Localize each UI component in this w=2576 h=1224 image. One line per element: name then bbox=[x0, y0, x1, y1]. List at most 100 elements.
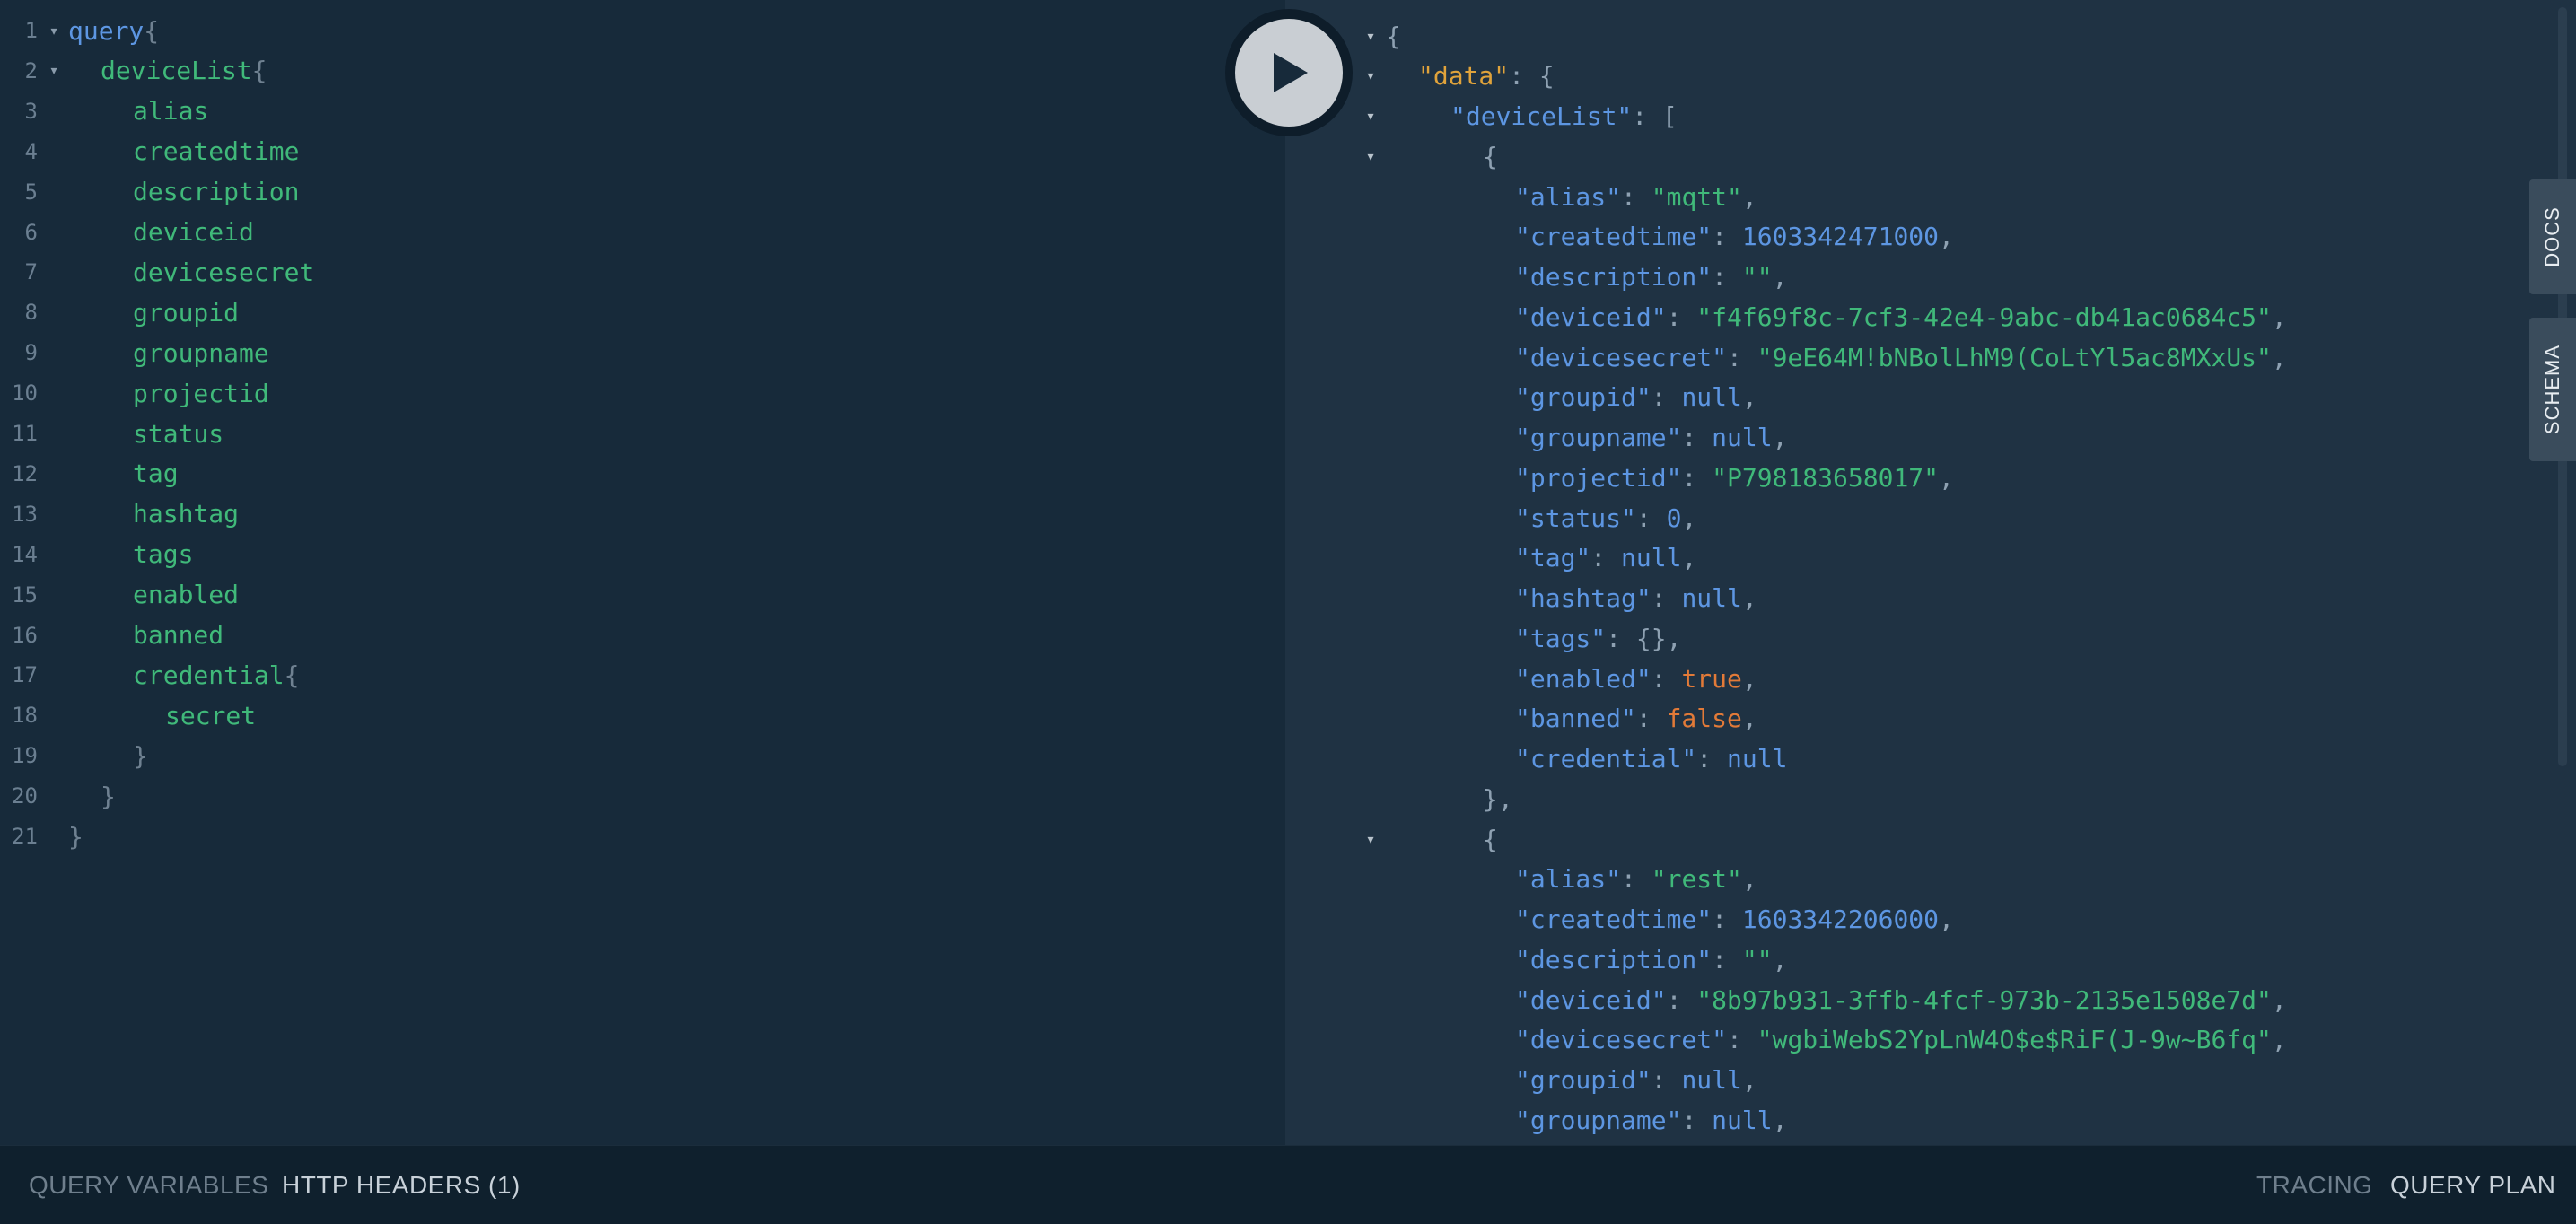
editor-token: credential bbox=[133, 660, 285, 690]
editor-line-text: description bbox=[133, 177, 299, 206]
query-variables-tab[interactable]: QUERY VARIABLES bbox=[29, 1171, 268, 1200]
editor-token: tags bbox=[133, 539, 194, 570]
docs-tab-label: DOCS bbox=[2541, 206, 2563, 267]
editor-line[interactable]: 9 groupname bbox=[0, 333, 1257, 372]
json-token: "data" bbox=[1418, 61, 1510, 92]
editor-line[interactable]: 8 groupid bbox=[0, 293, 1257, 332]
line-number: 19 bbox=[12, 743, 38, 769]
editor-line[interactable]: 6 deviceid bbox=[0, 213, 1257, 252]
editor-token: projectid bbox=[133, 378, 269, 408]
result-line: "groupid": null, bbox=[1285, 378, 2524, 417]
json-token: : bbox=[1651, 663, 1682, 694]
editor-line[interactable]: 2 ▾ deviceList{ bbox=[0, 51, 1257, 91]
result-line: "groupname": null, bbox=[1285, 1100, 2524, 1140]
result-line-text: "tag": null, bbox=[1515, 543, 1696, 573]
tracing-tab[interactable]: TRACING bbox=[2256, 1171, 2373, 1200]
json-token: : bbox=[1621, 181, 1652, 212]
json-token: "tag" bbox=[1515, 543, 1591, 573]
editor-line-text: credential{ bbox=[133, 660, 299, 690]
json-token: , bbox=[2271, 302, 2287, 332]
result-line-text: "alias": "rest", bbox=[1515, 864, 1757, 894]
editor-line[interactable]: 10 projectid bbox=[0, 373, 1257, 413]
json-token: "mqtt" bbox=[1651, 181, 1742, 212]
json-token: , bbox=[1772, 262, 1788, 292]
result-viewer[interactable]: DOCS SCHEMA ▾ { ▾ "data": { ▾ "deviceList": [… bbox=[1285, 0, 2576, 1145]
editor-line[interactable]: 12 tag bbox=[0, 454, 1257, 494]
docs-tab[interactable]: DOCS bbox=[2529, 179, 2576, 294]
query-editor[interactable]: 1 ▾ query{2 ▾ deviceList{3 alias 4 createdtime 5… bbox=[0, 0, 1285, 1145]
result-line: "alias": "mqtt", bbox=[1285, 177, 2524, 216]
play-button[interactable] bbox=[1235, 19, 1343, 127]
result-line: "createdtime": 1603342206000, bbox=[1285, 900, 2524, 940]
json-token: "description" bbox=[1515, 262, 1713, 292]
editor-line-text: projectid bbox=[133, 379, 269, 408]
json-token: "8b97b931-3ffb-4fcf-973b-2135e1508e7d" bbox=[1696, 984, 2272, 1015]
editor-line[interactable]: 4 createdtime bbox=[0, 132, 1257, 171]
editor-line[interactable]: 15 enabled bbox=[0, 575, 1257, 615]
json-token: "deviceid" bbox=[1515, 984, 1667, 1015]
editor-token: hashtag bbox=[133, 499, 240, 529]
editor-line[interactable]: 1 ▾ query{ bbox=[0, 11, 1257, 50]
fold-arrow-icon[interactable]: ▾ bbox=[1362, 107, 1380, 126]
fold-arrow-icon[interactable]: ▾ bbox=[45, 61, 63, 80]
editor-line[interactable]: 5 description bbox=[0, 172, 1257, 212]
line-number: 1 bbox=[24, 18, 38, 43]
json-token: : bbox=[1681, 462, 1713, 493]
json-token: { bbox=[1483, 141, 1498, 171]
fold-arrow-icon[interactable]: ▾ bbox=[1362, 147, 1380, 166]
editor-line[interactable]: 7 devicesecret bbox=[0, 252, 1257, 292]
json-token: : bbox=[1651, 1065, 1682, 1095]
json-token: , bbox=[2271, 984, 2287, 1015]
json-token: : bbox=[1651, 583, 1682, 613]
editor-line[interactable]: 11 status bbox=[0, 414, 1257, 453]
editor-line-text: groupname bbox=[133, 338, 269, 368]
editor-line[interactable]: 19} bbox=[0, 736, 1257, 775]
json-token: : { bbox=[1509, 61, 1555, 92]
fold-arrow-icon[interactable]: ▾ bbox=[1362, 830, 1380, 849]
http-headers-tab[interactable]: HTTP HEADERS (1) bbox=[282, 1171, 521, 1200]
result-line-text: { bbox=[1386, 22, 1401, 51]
json-token: null bbox=[1712, 1105, 1773, 1135]
line-number: 17 bbox=[12, 662, 38, 688]
editor-line-text: } bbox=[101, 782, 116, 811]
json-token: null bbox=[1681, 583, 1742, 613]
editor-line[interactable]: 16 banned bbox=[0, 616, 1257, 655]
result-line: "devicesecret": "wgbiWebS2YpLnW4O$e$RiF(… bbox=[1285, 1020, 2524, 1060]
editor-token: description bbox=[133, 177, 300, 207]
line-number: 11 bbox=[12, 421, 38, 446]
query-plan-tab[interactable]: QUERY PLAN bbox=[2390, 1171, 2555, 1200]
result-line-text: "deviceid": "f4f69f8c-7cf3-42e4-9abc-db4… bbox=[1515, 302, 2287, 332]
editor-line[interactable]: 14 tags bbox=[0, 535, 1257, 574]
json-token: : bbox=[1712, 944, 1742, 975]
json-token: { bbox=[1386, 21, 1401, 51]
editor-line[interactable]: 13 hashtag bbox=[0, 494, 1257, 534]
fold-arrow-icon[interactable]: ▾ bbox=[1362, 66, 1380, 85]
result-line: "groupname": null, bbox=[1285, 418, 2524, 458]
editor-token: deviceList bbox=[101, 56, 252, 86]
fold-arrow-icon[interactable]: ▾ bbox=[1362, 27, 1380, 46]
editor-line-text: tags bbox=[133, 539, 193, 569]
json-token: "deviceid" bbox=[1515, 302, 1667, 332]
play-button-ring bbox=[1225, 9, 1353, 136]
json-token: : bbox=[1681, 423, 1713, 452]
editor-line[interactable]: 18 secret bbox=[0, 695, 1257, 735]
json-token: : bbox=[1666, 984, 1697, 1015]
schema-tab[interactable]: SCHEMA bbox=[2529, 318, 2576, 461]
json-token: , bbox=[1741, 583, 1757, 613]
editor-line-text: banned bbox=[133, 620, 223, 650]
editor-line[interactable]: 17 credential{ bbox=[0, 655, 1257, 695]
fold-arrow-icon[interactable]: ▾ bbox=[45, 22, 63, 40]
json-token: , bbox=[1939, 462, 1954, 493]
line-number: 8 bbox=[24, 300, 38, 326]
result-line-text: "deviceList": [ bbox=[1450, 101, 1678, 131]
line-number: 18 bbox=[12, 703, 38, 729]
json-token: null bbox=[1681, 1065, 1742, 1095]
editor-line[interactable]: 3 alias bbox=[0, 92, 1257, 131]
json-token: , bbox=[1741, 181, 1757, 212]
play-icon bbox=[1274, 53, 1308, 92]
result-line: "status": 0, bbox=[1285, 498, 2524, 538]
editor-line[interactable]: 20} bbox=[0, 776, 1257, 816]
editor-line[interactable]: 21} bbox=[0, 817, 1257, 856]
json-token: "createdtime" bbox=[1515, 222, 1713, 252]
result-line-text: "description": "", bbox=[1515, 945, 1787, 975]
